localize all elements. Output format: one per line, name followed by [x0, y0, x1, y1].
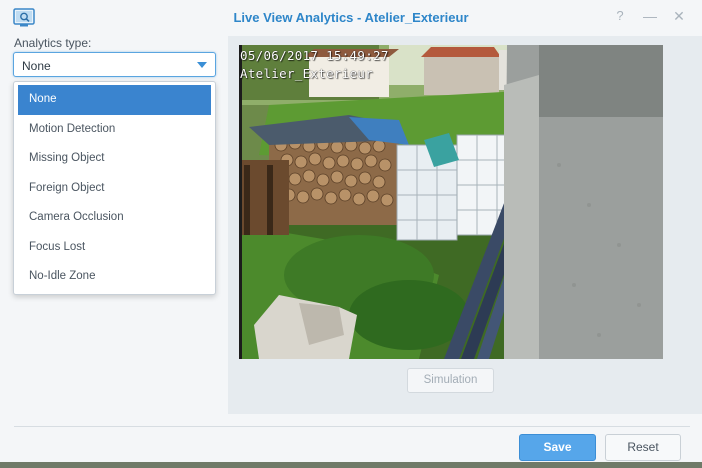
option-none[interactable]: None	[18, 85, 211, 115]
option-foreign-object[interactable]: Foreign Object	[18, 174, 211, 204]
camera-timestamp: 05/06/2017 15:49:27	[240, 48, 389, 63]
minimize-button[interactable]: —	[642, 8, 658, 24]
window-title: Live View Analytics - Atelier_Exterieur	[233, 10, 469, 25]
simulation-button[interactable]: Simulation	[407, 368, 494, 393]
analytics-type-dropdown: None Motion Detection Missing Object For…	[13, 81, 216, 295]
save-button[interactable]: Save	[519, 434, 596, 461]
camera-name-overlay: Atelier_Exterieur	[240, 66, 374, 81]
option-camera-occlusion[interactable]: Camera Occlusion	[18, 203, 211, 233]
reset-button[interactable]: Reset	[605, 434, 681, 461]
camera-scene-image	[239, 45, 663, 359]
analytics-type-select[interactable]: None	[13, 52, 216, 77]
analytics-type-value: None	[22, 59, 51, 73]
footer-divider	[14, 426, 690, 427]
help-button[interactable]: ?	[612, 8, 628, 24]
close-button[interactable]: ✕	[671, 8, 687, 24]
camera-live-view: 05/06/2017 15:49:27 Atelier_Exterieur	[239, 45, 663, 359]
title-bar[interactable]: Live View Analytics - Atelier_Exterieur …	[0, 0, 702, 34]
option-no-idle-zone[interactable]: No-Idle Zone	[18, 262, 211, 292]
option-motion-detection[interactable]: Motion Detection	[18, 115, 211, 145]
analytics-type-label: Analytics type:	[14, 36, 92, 50]
analytics-window: Live View Analytics - Atelier_Exterieur …	[0, 0, 702, 468]
option-focus-lost[interactable]: Focus Lost	[18, 233, 211, 263]
option-missing-object[interactable]: Missing Object	[18, 144, 211, 174]
chevron-down-icon	[197, 62, 207, 68]
desktop-background	[0, 462, 702, 468]
